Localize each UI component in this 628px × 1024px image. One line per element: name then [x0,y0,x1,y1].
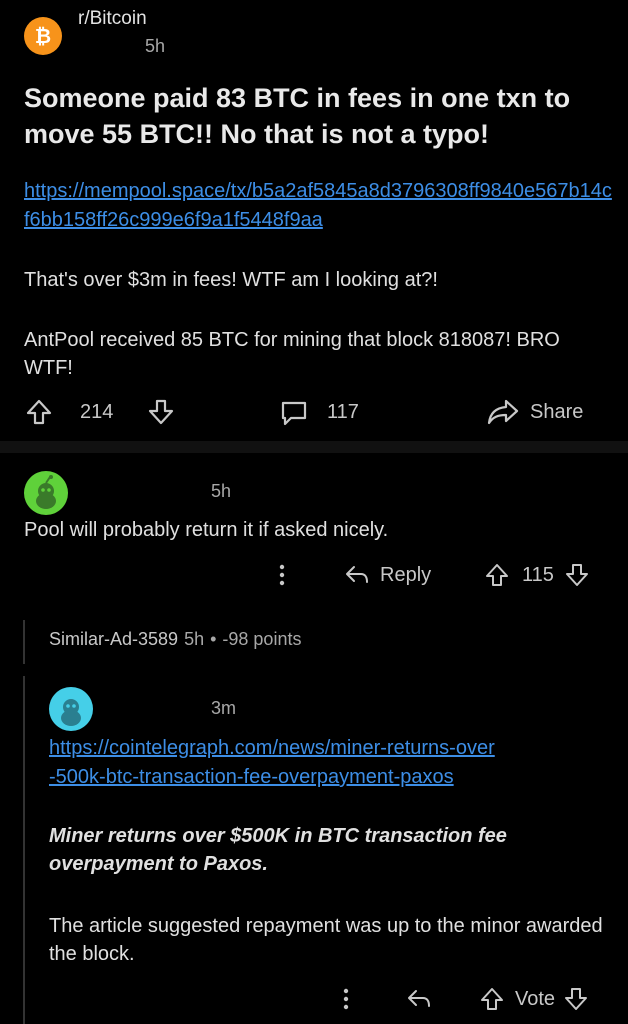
arrow-down-icon[interactable] [146,397,176,427]
comment-text: Pool will probably return it if asked ni… [24,519,389,541]
comments-button[interactable]: 117 [279,395,359,429]
collapsed-comment[interactable]: Similar-Ad-3589 5h • -98 points [49,629,301,650]
comment-time: 5h [184,629,205,649]
comment-time: 3m [211,698,237,718]
snoo-avatar-icon[interactable] [24,471,68,515]
svg-text:₿: ₿ [35,26,51,48]
comment-score: 115 [522,563,554,586]
comment-vote-bar: Vote [479,984,589,1014]
comment-time: 5h [211,481,232,501]
thread-line [23,620,25,664]
share-arrow-icon [486,397,520,427]
snoo-avatar-icon[interactable] [49,687,93,731]
arrow-down-icon[interactable] [563,986,589,1012]
kebab-menu-icon[interactable] [338,984,354,1014]
post-link[interactable]: https://mempool.space/tx/b5a2af5845a8d37… [24,177,614,235]
reply-button[interactable]: Reply [344,560,431,590]
reply-arrow-icon[interactable] [406,984,432,1014]
share-label: Share [530,400,584,423]
post-paragraph-1: That's over $3m in fees! WTF am I lookin… [24,269,438,291]
arrow-up-icon[interactable] [484,562,510,588]
comment-count: 117 [327,400,359,423]
comment-link-line-1[interactable]: https://cointelegraph.com/news/miner-ret… [49,734,619,763]
comment-author: Similar-Ad-3589 [49,629,179,649]
comment-points: -98 points [222,629,302,649]
comment-link-line-2[interactable]: -500k-btc-transaction-fee-overpayment-pa… [49,763,619,792]
post-score: 214 [80,400,114,423]
article-headline: Miner returns over $500K in BTC transact… [49,825,507,875]
comment-vote-bar: 115 [484,560,590,590]
speech-bubble-icon [279,397,309,427]
comment-actions [274,560,290,590]
reply-arrow-icon [344,562,370,588]
subreddit-name[interactable]: r/Bitcoin [78,8,147,30]
post-header: ₿ r/Bitcoin 5h [0,0,628,70]
thread-line [23,676,25,1024]
bitcoin-icon[interactable]: ₿ [24,17,62,55]
arrow-up-icon[interactable] [24,397,54,427]
share-button[interactable]: Share [486,395,583,429]
vote-label: Vote [515,987,556,1010]
arrow-down-icon[interactable] [564,562,590,588]
post-time: 5h [145,36,166,56]
post-divider [0,441,628,453]
post-paragraph-2: AntPool received 85 BTC for mining that … [24,329,560,379]
comment-link[interactable]: https://cointelegraph.com/news/miner-ret… [49,734,619,792]
comment-text: The article suggested repayment was up t… [49,915,603,965]
kebab-menu-icon[interactable] [274,560,290,590]
post-vote-bar: 214 [24,395,176,429]
reply-label: Reply [380,563,432,586]
arrow-up-icon[interactable] [479,986,505,1012]
separator-dot: • [210,629,217,649]
post-title: Someone paid 83 BTC in fees in one txn t… [24,83,571,149]
